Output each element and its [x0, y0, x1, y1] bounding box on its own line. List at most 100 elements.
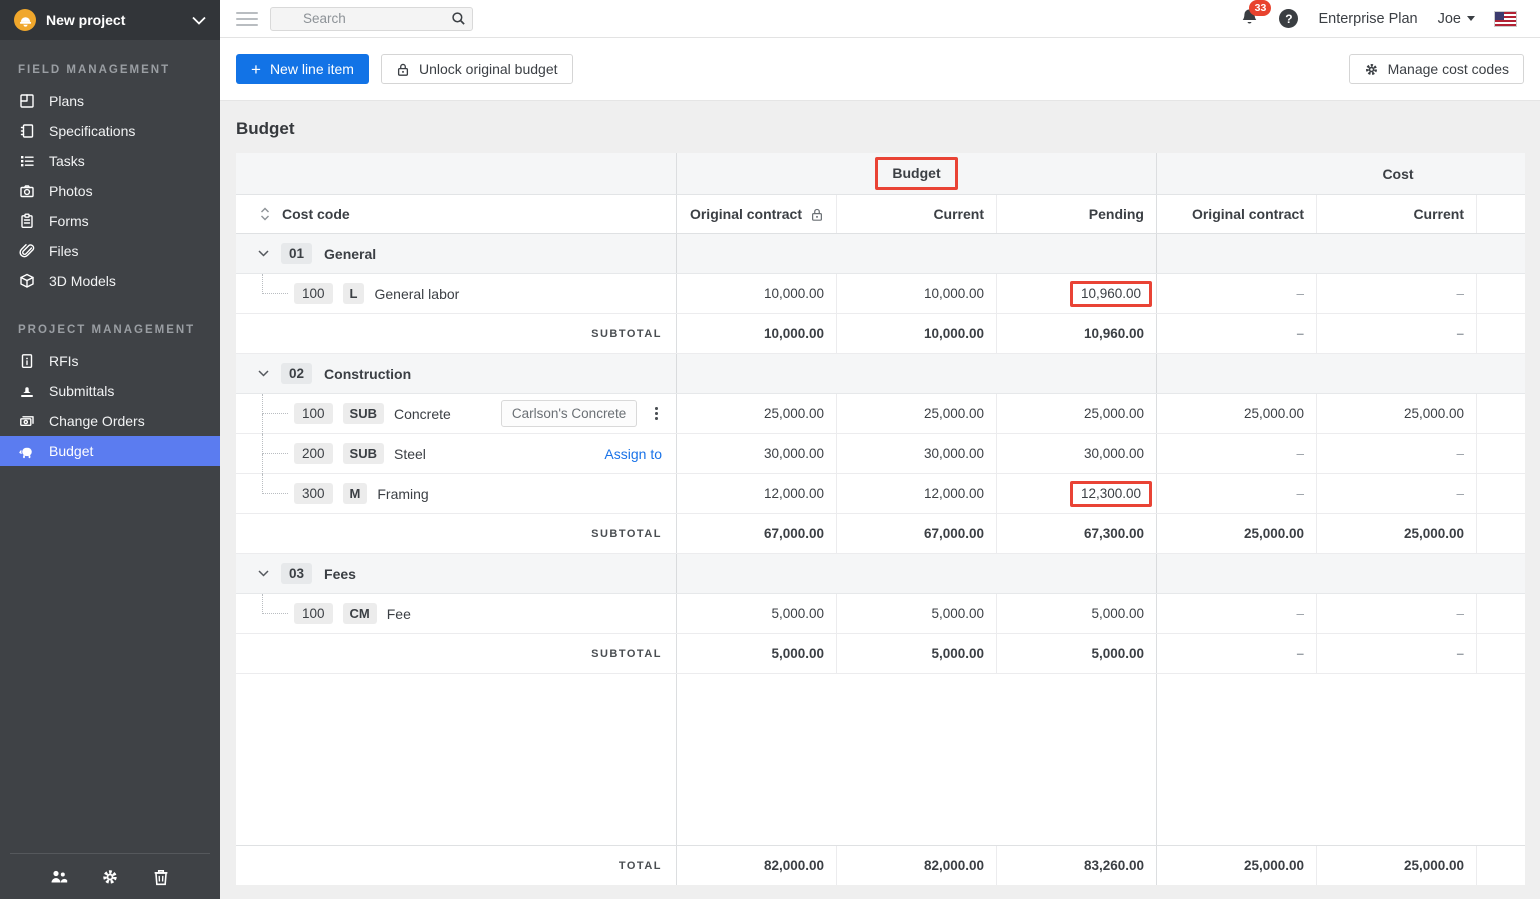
sidebar: New project FIELD MANAGEMENT Plans Speci…: [0, 0, 220, 899]
cell-cost-original[interactable]: 25,000.00: [1156, 394, 1316, 433]
cell-cost-current[interactable]: –: [1316, 594, 1476, 633]
kebab-menu-icon[interactable]: [647, 403, 666, 424]
stamp-icon: [18, 383, 35, 400]
sidebar-item-change-orders[interactable]: Change Orders: [0, 406, 220, 436]
sidebar-item-rfis[interactable]: RFIs: [0, 346, 220, 376]
budget-group-header: Budget: [676, 153, 1156, 194]
cell-budget-original[interactable]: 5,000.00: [676, 594, 836, 633]
unlock-original-budget-button[interactable]: Unlock original budget: [381, 54, 573, 84]
search-icon[interactable]: [451, 11, 466, 29]
table-filler-row: [236, 674, 1525, 845]
group-row-general[interactable]: 01 General: [236, 234, 1525, 274]
new-line-item-button[interactable]: + New line item: [236, 54, 369, 84]
project-switcher[interactable]: New project: [0, 0, 220, 40]
sidebar-item-tasks[interactable]: Tasks: [0, 146, 220, 176]
cell-cost-original[interactable]: –: [1156, 474, 1316, 513]
col-header-budget-pending[interactable]: Pending: [996, 195, 1156, 233]
cell-cost-current[interactable]: 25,000.00: [1316, 394, 1476, 433]
cell-cost-original[interactable]: –: [1156, 594, 1316, 633]
hamburger-menu-icon[interactable]: [236, 12, 258, 26]
group-row-construction[interactable]: 02 Construction: [236, 354, 1525, 394]
chevron-down-icon: [1467, 16, 1475, 21]
chevron-down-icon[interactable]: [258, 250, 269, 257]
cell-budget-pending[interactable]: 12,300.00: [996, 474, 1156, 513]
sort-icon[interactable]: [260, 207, 270, 221]
cell-cost-current[interactable]: –: [1316, 474, 1476, 513]
sidebar-item-photos[interactable]: Photos: [0, 176, 220, 206]
us-flag-icon[interactable]: [1495, 12, 1516, 26]
manage-cost-codes-button[interactable]: Manage cost codes: [1349, 54, 1524, 84]
cell-budget-pending[interactable]: 5,000.00: [996, 594, 1156, 633]
cell-budget-current[interactable]: 12,000.00: [836, 474, 996, 513]
cell-budget-original[interactable]: 12,000.00: [676, 474, 836, 513]
cell-budget-original[interactable]: 25,000.00: [676, 394, 836, 433]
sidebar-item-label: Photos: [49, 183, 93, 199]
cell-cost-current[interactable]: –: [1316, 274, 1476, 313]
assignee-chip[interactable]: Carlson's Concrete: [501, 400, 637, 427]
col-header-budget-current[interactable]: Current: [836, 195, 996, 233]
sidebar-item-3d-models[interactable]: 3D Models: [0, 266, 220, 296]
line-item-row-fee[interactable]: 100 CM Fee 5,000.00 5,000.00 5,000.00 – …: [236, 594, 1525, 634]
cell-budget-original[interactable]: 10,000.00: [676, 274, 836, 313]
cell-budget-current[interactable]: 25,000.00: [836, 394, 996, 433]
help-icon[interactable]: ?: [1279, 9, 1298, 28]
sidebar-item-budget[interactable]: Budget: [0, 436, 220, 466]
topbar: 33 ? Enterprise Plan Joe: [220, 0, 1540, 38]
subtotal-label: SUBTOTAL: [236, 514, 676, 553]
main-area: 33 ? Enterprise Plan Joe + New line item…: [220, 0, 1540, 899]
search-input[interactable]: [270, 7, 473, 31]
sidebar-item-label: Forms: [49, 213, 89, 229]
col-header-budget-original[interactable]: Original contract: [690, 206, 802, 222]
line-item-row-concrete[interactable]: 100 SUB Concrete Carlson's Concrete 25,0…: [236, 394, 1525, 434]
cost-code-pill: 300: [294, 483, 333, 504]
gear-icon[interactable]: [99, 866, 121, 888]
col-header-cost-current[interactable]: Current: [1316, 195, 1476, 233]
sidebar-item-forms[interactable]: Forms: [0, 206, 220, 236]
subtotal-value: 5,000.00: [676, 634, 836, 673]
tasks-icon: [18, 153, 35, 170]
cell-cost-original[interactable]: –: [1156, 434, 1316, 473]
specifications-icon: [18, 123, 35, 140]
subtotal-row-construction: SUBTOTAL 67,000.00 67,000.00 67,300.00 2…: [236, 514, 1525, 554]
cell-budget-original[interactable]: 30,000.00: [676, 434, 836, 473]
sidebar-item-files[interactable]: Files: [0, 236, 220, 266]
col-header-cost-original[interactable]: Original contract: [1156, 195, 1316, 233]
cell-budget-current[interactable]: 30,000.00: [836, 434, 996, 473]
chevron-down-icon[interactable]: [258, 570, 269, 577]
chevron-down-icon[interactable]: [258, 370, 269, 377]
cell-budget-pending[interactable]: 25,000.00: [996, 394, 1156, 433]
subtotal-label: SUBTOTAL: [236, 634, 676, 673]
subtotal-value: –: [1156, 314, 1316, 353]
sidebar-nav: FIELD MANAGEMENT Plans Specifications Ta…: [0, 40, 220, 899]
people-icon[interactable]: [48, 866, 70, 888]
sidebar-item-label: Plans: [49, 93, 84, 109]
subtotal-value: –: [1316, 634, 1476, 673]
line-item-row-framing[interactable]: 300 M Framing 12,000.00 12,000.00 12,300…: [236, 474, 1525, 514]
sidebar-item-plans[interactable]: Plans: [0, 86, 220, 116]
app-logo: [14, 9, 36, 31]
sidebar-item-submittals[interactable]: Submittals: [0, 376, 220, 406]
sidebar-item-specifications[interactable]: Specifications: [0, 116, 220, 146]
cell-cost-current[interactable]: –: [1316, 434, 1476, 473]
group-code-pill: 03: [281, 563, 312, 584]
cell-budget-pending[interactable]: 30,000.00: [996, 434, 1156, 473]
cell-budget-pending[interactable]: 10,960.00: [996, 274, 1156, 313]
trash-icon[interactable]: [150, 866, 172, 888]
cell-budget-current[interactable]: 5,000.00: [836, 594, 996, 633]
cell-cost-original[interactable]: –: [1156, 274, 1316, 313]
assign-to-link[interactable]: Assign to: [604, 446, 662, 462]
subtotal-value: –: [1156, 634, 1316, 673]
group-name: General: [324, 246, 376, 262]
group-row-fees[interactable]: 03 Fees: [236, 554, 1525, 594]
cost-group-header: Cost: [1156, 153, 1525, 194]
user-menu[interactable]: Joe: [1438, 11, 1475, 27]
notifications-button[interactable]: 33: [1240, 8, 1259, 30]
subtotal-row-general: SUBTOTAL 10,000.00 10,000.00 10,960.00 –…: [236, 314, 1525, 354]
content: Budget Budget Cost Cost co: [220, 101, 1540, 899]
cell-budget-current[interactable]: 10,000.00: [836, 274, 996, 313]
line-item-row-steel[interactable]: 200 SUB Steel Assign to 30,000.00 30,000…: [236, 434, 1525, 474]
col-header-cost-code[interactable]: Cost code: [282, 206, 350, 222]
line-item-name: Concrete: [394, 406, 451, 422]
subtotal-value: 67,000.00: [676, 514, 836, 553]
line-item-row-general-labor[interactable]: 100 L General labor 10,000.00 10,000.00 …: [236, 274, 1525, 314]
